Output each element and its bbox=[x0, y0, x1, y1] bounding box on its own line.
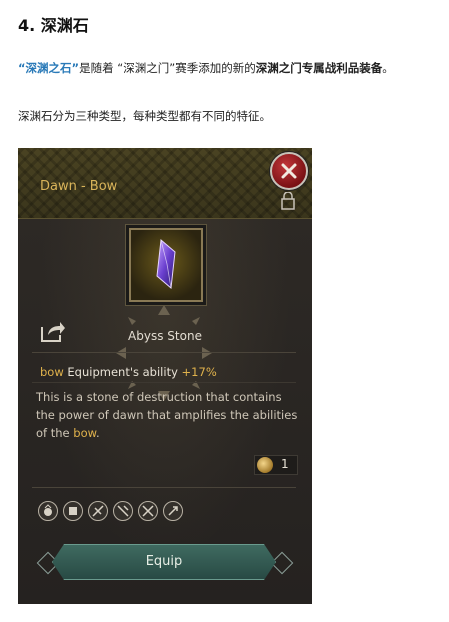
close-icon bbox=[281, 163, 297, 179]
crystal-icon bbox=[156, 239, 176, 289]
abyss-stone-link[interactable]: “深渊之石” bbox=[18, 61, 79, 75]
divider-ability bbox=[32, 382, 296, 383]
class-icon-6 bbox=[163, 501, 183, 521]
intro-end-text: 。 bbox=[382, 61, 394, 75]
item-tooltip-panel: Dawn - Bow Abyss Stone bow Equipment's a… bbox=[18, 148, 312, 604]
equip-button[interactable]: Equip bbox=[52, 544, 276, 580]
flavor-end: . bbox=[95, 426, 100, 440]
lock-icon[interactable] bbox=[280, 191, 296, 210]
section-heading: 4. 深渊石 bbox=[18, 16, 89, 35]
quantity-value: 1 bbox=[281, 457, 289, 471]
ability-value: +17% bbox=[181, 365, 217, 379]
divider-top bbox=[32, 352, 296, 353]
intro-paragraph: “深渊之石”是随着 “深渊之门”赛季添加的新的深渊之门专属战利品装备。 bbox=[18, 60, 394, 76]
divider-bottom bbox=[32, 487, 296, 488]
flavor-text-block: This is a stone of destruction that cont… bbox=[36, 388, 298, 442]
item-slot[interactable] bbox=[129, 228, 203, 302]
class-icon-3 bbox=[88, 501, 108, 521]
quantity-box: 1 bbox=[254, 455, 298, 475]
ability-keyword: bow bbox=[40, 365, 64, 379]
ability-line: bow Equipment's ability +17% bbox=[40, 365, 217, 379]
intro-bold-text: 深渊之门专属战利品装备 bbox=[255, 61, 383, 75]
class-icon-1 bbox=[38, 501, 58, 521]
item-name: Abyss Stone bbox=[128, 329, 202, 343]
close-button[interactable] bbox=[270, 152, 308, 190]
class-icon-5 bbox=[138, 501, 158, 521]
ability-text: Equipment's ability bbox=[67, 365, 178, 379]
class-icon-2 bbox=[63, 501, 83, 521]
coin-icon bbox=[257, 457, 273, 473]
class-icon-4 bbox=[113, 501, 133, 521]
equip-button-label: Equip bbox=[145, 554, 183, 569]
description-paragraph: 深渊石分为三种类型，每种类型都有不同的特征。 bbox=[18, 109, 271, 123]
panel-body: Abyss Stone bow Equipment's ability +17%… bbox=[18, 219, 312, 604]
panel-title: Dawn - Bow bbox=[40, 179, 118, 194]
intro-mid-text: 是随着 “深渊之门”赛季添加的新的 bbox=[79, 61, 256, 75]
flavor-keyword: bow bbox=[73, 426, 96, 440]
panel-header: Dawn - Bow bbox=[18, 148, 312, 219]
